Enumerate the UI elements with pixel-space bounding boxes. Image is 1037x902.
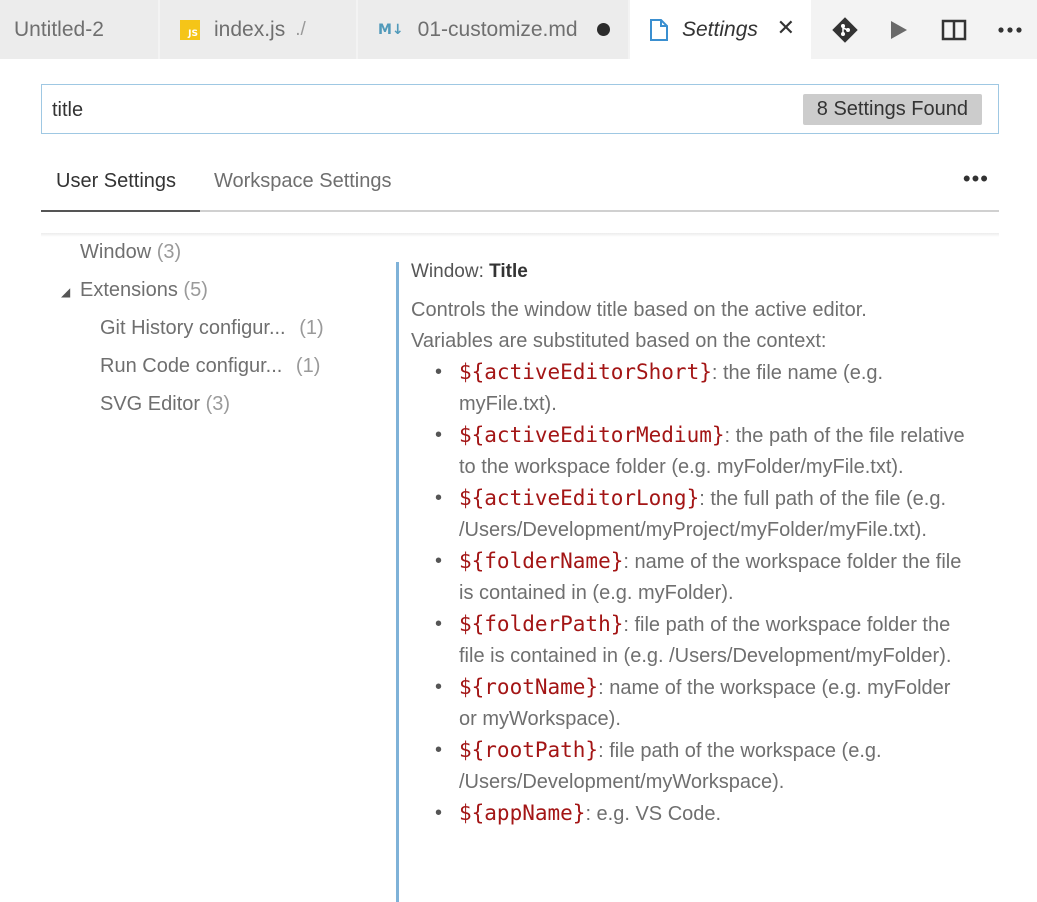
toc-item-window[interactable]: Window (3) bbox=[80, 241, 181, 264]
javascript-file-icon: JS bbox=[180, 19, 200, 40]
tab-bar: Untitled-2 JS index.js ./ M↓ 01-customiz… bbox=[0, 0, 1037, 59]
bullet-icon: • bbox=[435, 613, 443, 635]
variable-list-item: • ${activeEditorMedium}: the path of the … bbox=[435, 420, 969, 483]
toc-item-run-code[interactable]: Run Code configur... (1) bbox=[100, 355, 320, 378]
bullet-icon: • bbox=[435, 424, 443, 446]
settings-scope-tabs: User Settings Workspace Settings ••• bbox=[41, 160, 999, 212]
tab-user-settings[interactable]: User Settings bbox=[56, 170, 176, 193]
setting-description: Controls the window title based on the a… bbox=[411, 295, 1011, 830]
tab-untitled-2[interactable]: Untitled-2 bbox=[0, 0, 159, 59]
variable-name: ${rootPath} bbox=[459, 738, 599, 762]
tab-workspace-settings[interactable]: Workspace Settings bbox=[214, 170, 392, 193]
tab-label: index.js bbox=[214, 17, 286, 41]
active-tab-indicator bbox=[41, 210, 200, 212]
more-actions-icon[interactable] bbox=[994, 14, 1026, 46]
split-editor-icon[interactable] bbox=[938, 14, 970, 46]
tab-customize-md[interactable]: M↓ 01-customize.md bbox=[358, 0, 629, 59]
tab-label: 01-customize.md bbox=[417, 17, 578, 41]
variable-name: ${activeEditorLong} bbox=[459, 486, 700, 510]
variable-name: ${activeEditorShort} bbox=[459, 360, 712, 384]
bullet-icon: • bbox=[435, 487, 443, 509]
description-line: Controls the window title based on the a… bbox=[411, 299, 867, 321]
variable-list-item: • ${folderName}: name of the workspace fo… bbox=[435, 546, 969, 609]
variable-list-item: • ${rootPath}: file path of the workspace… bbox=[435, 735, 969, 798]
toc-item-extensions[interactable]: Extensions (5) bbox=[80, 279, 208, 302]
toc-item-git-history[interactable]: Git History configur... (1) bbox=[100, 317, 324, 340]
more-icon[interactable]: ••• bbox=[963, 166, 989, 192]
setting-title: Window: Title bbox=[411, 261, 528, 282]
variable-list: • ${activeEditorShort}: the file name (e.… bbox=[411, 357, 969, 830]
git-compare-icon[interactable] bbox=[829, 14, 861, 46]
variable-description: : e.g. VS Code. bbox=[585, 803, 722, 825]
tab-settings[interactable]: Settings ✕ bbox=[630, 0, 812, 59]
variable-list-item: • ${rootName}: name of the workspace (e.g… bbox=[435, 672, 969, 735]
focused-setting-indicator bbox=[396, 262, 399, 902]
variable-list-item: • ${appName}: e.g. VS Code. bbox=[435, 798, 969, 830]
variable-name: ${folderName} bbox=[459, 549, 624, 573]
bullet-icon: • bbox=[435, 676, 443, 698]
tab-label: Settings bbox=[682, 17, 758, 41]
unsaved-dot-icon[interactable] bbox=[597, 23, 610, 36]
bullet-icon: • bbox=[435, 361, 443, 383]
bullet-icon: • bbox=[435, 802, 443, 824]
expand-triangle-icon[interactable]: ◢ bbox=[61, 285, 70, 299]
results-count-badge: 8 Settings Found bbox=[802, 94, 982, 125]
run-icon[interactable] bbox=[882, 14, 914, 46]
variable-name: ${rootName} bbox=[459, 675, 599, 699]
tab-index-js[interactable]: JS index.js ./ bbox=[160, 0, 357, 59]
variable-list-item: • ${folderPath}: file path of the workspa… bbox=[435, 609, 969, 672]
bullet-icon: • bbox=[435, 550, 443, 572]
variable-list-item: • ${activeEditorShort}: the file name (e.… bbox=[435, 357, 969, 420]
variable-name: ${activeEditorMedium} bbox=[459, 423, 725, 447]
file-icon bbox=[650, 18, 668, 41]
settings-search-box: 8 Settings Found bbox=[41, 84, 999, 135]
description-line: Variables are substituted based on the c… bbox=[411, 330, 827, 352]
search-input[interactable] bbox=[50, 85, 754, 135]
bullet-icon: • bbox=[435, 739, 443, 761]
variable-name: ${appName} bbox=[459, 801, 586, 825]
toc-item-svg-editor[interactable]: SVG Editor (3) bbox=[100, 393, 230, 416]
tab-label: Untitled-2 bbox=[14, 17, 104, 41]
close-icon[interactable]: ✕ bbox=[777, 16, 795, 41]
tab-description: ./ bbox=[295, 18, 306, 40]
divider bbox=[41, 233, 999, 237]
variable-list-item: • ${activeEditorLong}: the full path of t… bbox=[435, 483, 969, 546]
variable-name: ${folderPath} bbox=[459, 612, 624, 636]
markdown-file-icon: M↓ bbox=[378, 21, 404, 38]
